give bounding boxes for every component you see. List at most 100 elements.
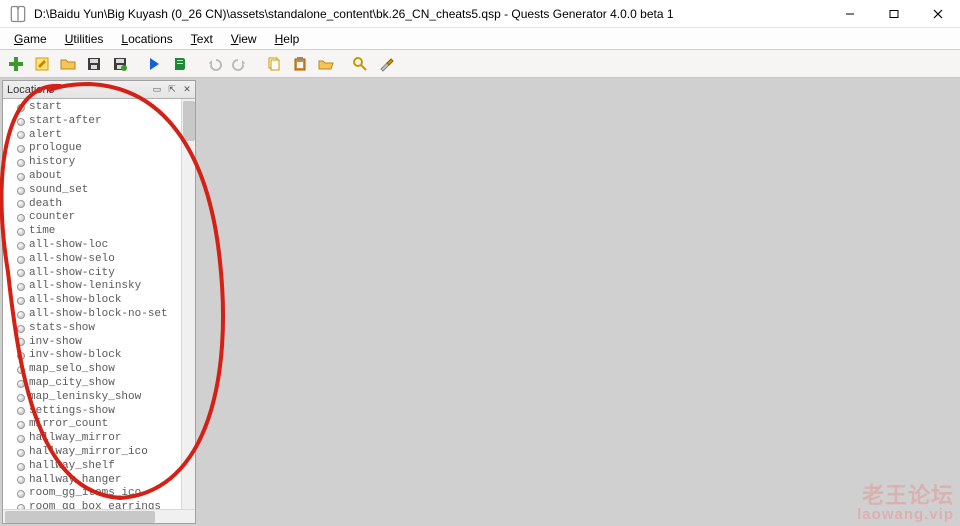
list-item-label: room_gg_items_ico: [29, 487, 141, 501]
bullet-icon: [17, 352, 25, 360]
menu-locations[interactable]: Locations: [113, 30, 180, 48]
list-item-label: all-show-selo: [29, 253, 115, 267]
open-button[interactable]: [56, 53, 80, 75]
list-item-label: time: [29, 225, 55, 239]
tools-button[interactable]: [374, 53, 398, 75]
find-button[interactable]: [348, 53, 372, 75]
list-item[interactable]: history: [7, 156, 195, 170]
list-item[interactable]: all-show-block-no-set: [7, 308, 195, 322]
bullet-icon: [17, 325, 25, 333]
list-item[interactable]: start-after: [7, 115, 195, 129]
menu-game[interactable]: Game: [6, 30, 55, 48]
list-item[interactable]: all-show-selo: [7, 253, 195, 267]
list-item-label: room_gg_box_earrings: [29, 501, 161, 509]
list-item-label: alert: [29, 129, 62, 143]
info-button[interactable]: [168, 53, 192, 75]
panel-header[interactable]: Locations ▭ ⇱ ✕: [3, 81, 195, 99]
list-item-label: map_city_show: [29, 377, 115, 391]
menu-help[interactable]: Help: [267, 30, 308, 48]
bullet-icon: [17, 131, 25, 139]
editor-area[interactable]: [198, 80, 958, 524]
list-item-label: start: [29, 101, 62, 115]
list-item[interactable]: inv-show-block: [7, 349, 195, 363]
list-item[interactable]: settings-show: [7, 405, 195, 419]
vertical-scrollbar[interactable]: [181, 99, 195, 509]
list-item-label: about: [29, 170, 62, 184]
list-item-label: start-after: [29, 115, 102, 129]
locations-list[interactable]: startstart-afteralertprologuehistoryabou…: [3, 99, 195, 509]
bullet-icon: [17, 463, 25, 471]
list-item-label: all-show-loc: [29, 239, 108, 253]
list-item-label: counter: [29, 211, 75, 225]
hscrollbar-thumb[interactable]: [5, 511, 155, 523]
list-item[interactable]: room_gg_box_earrings: [7, 501, 195, 509]
minimize-button[interactable]: [828, 0, 872, 28]
folder-button[interactable]: [314, 53, 338, 75]
list-item[interactable]: hallway_shelf: [7, 460, 195, 474]
panel-close-icon[interactable]: ✕: [180, 83, 194, 97]
bullet-icon: [17, 366, 25, 374]
panel-float-icon[interactable]: ▭: [150, 83, 164, 97]
list-item[interactable]: all-show-block: [7, 294, 195, 308]
list-item[interactable]: alert: [7, 129, 195, 143]
list-item[interactable]: death: [7, 198, 195, 212]
menu-text[interactable]: Text: [183, 30, 221, 48]
list-item-label: all-show-block: [29, 294, 121, 308]
locations-panel: Locations ▭ ⇱ ✕ startstart-afteralertpro…: [2, 80, 196, 524]
horizontal-scrollbar[interactable]: [3, 509, 195, 523]
bullet-icon: [17, 118, 25, 126]
list-item[interactable]: all-show-loc: [7, 239, 195, 253]
edit-button[interactable]: [30, 53, 54, 75]
list-item[interactable]: counter: [7, 211, 195, 225]
menu-view[interactable]: View: [223, 30, 265, 48]
list-item[interactable]: room_gg_items_ico: [7, 487, 195, 501]
list-item[interactable]: all-show-leninsky: [7, 280, 195, 294]
paste-button[interactable]: [288, 53, 312, 75]
list-item[interactable]: prologue: [7, 142, 195, 156]
list-item-label: sound_set: [29, 184, 88, 198]
list-item[interactable]: hallway_mirror: [7, 432, 195, 446]
list-item[interactable]: hallway_mirror_ico: [7, 446, 195, 460]
list-item[interactable]: map_city_show: [7, 377, 195, 391]
list-item[interactable]: all-show-city: [7, 267, 195, 281]
list-item[interactable]: start: [7, 101, 195, 115]
bullet-icon: [17, 394, 25, 402]
list-item[interactable]: inv-show: [7, 336, 195, 350]
list-item[interactable]: time: [7, 225, 195, 239]
bullet-icon: [17, 187, 25, 195]
bullet-icon: [17, 228, 25, 236]
menu-utilities[interactable]: Utilities: [57, 30, 112, 48]
bullet-icon: [17, 242, 25, 250]
copy-button[interactable]: [262, 53, 286, 75]
bullet-icon: [17, 145, 25, 153]
bullet-icon: [17, 200, 25, 208]
list-item[interactable]: hallway_hanger: [7, 474, 195, 488]
list-item[interactable]: about: [7, 170, 195, 184]
list-item[interactable]: stats-show: [7, 322, 195, 336]
run-button[interactable]: [142, 53, 166, 75]
menubar: Game Utilities Locations Text View Help: [0, 28, 960, 50]
list-item-label: settings-show: [29, 405, 115, 419]
redo-button[interactable]: [228, 53, 252, 75]
list-item[interactable]: mirror_count: [7, 418, 195, 432]
undo-button[interactable]: [202, 53, 226, 75]
scrollbar-thumb[interactable]: [183, 101, 195, 141]
new-button[interactable]: [4, 53, 28, 75]
bullet-icon: [17, 407, 25, 415]
bullet-icon: [17, 269, 25, 277]
body-area: Locations ▭ ⇱ ✕ startstart-afteralertpro…: [0, 78, 960, 526]
bullet-icon: [17, 476, 25, 484]
list-item[interactable]: map_selo_show: [7, 363, 195, 377]
list-item-label: all-show-block-no-set: [29, 308, 168, 322]
saveas-button[interactable]: [108, 53, 132, 75]
save-button[interactable]: [82, 53, 106, 75]
close-button[interactable]: [916, 0, 960, 28]
panel-pin-icon[interactable]: ⇱: [165, 83, 179, 97]
list-item-label: hallway_shelf: [29, 460, 115, 474]
list-item-label: hallway_mirror: [29, 432, 121, 446]
maximize-button[interactable]: [872, 0, 916, 28]
watermark-line1: 老王论坛: [862, 483, 954, 508]
watermark-line2: laowang.vip: [857, 507, 954, 522]
list-item[interactable]: map_leninsky_show: [7, 391, 195, 405]
list-item[interactable]: sound_set: [7, 184, 195, 198]
